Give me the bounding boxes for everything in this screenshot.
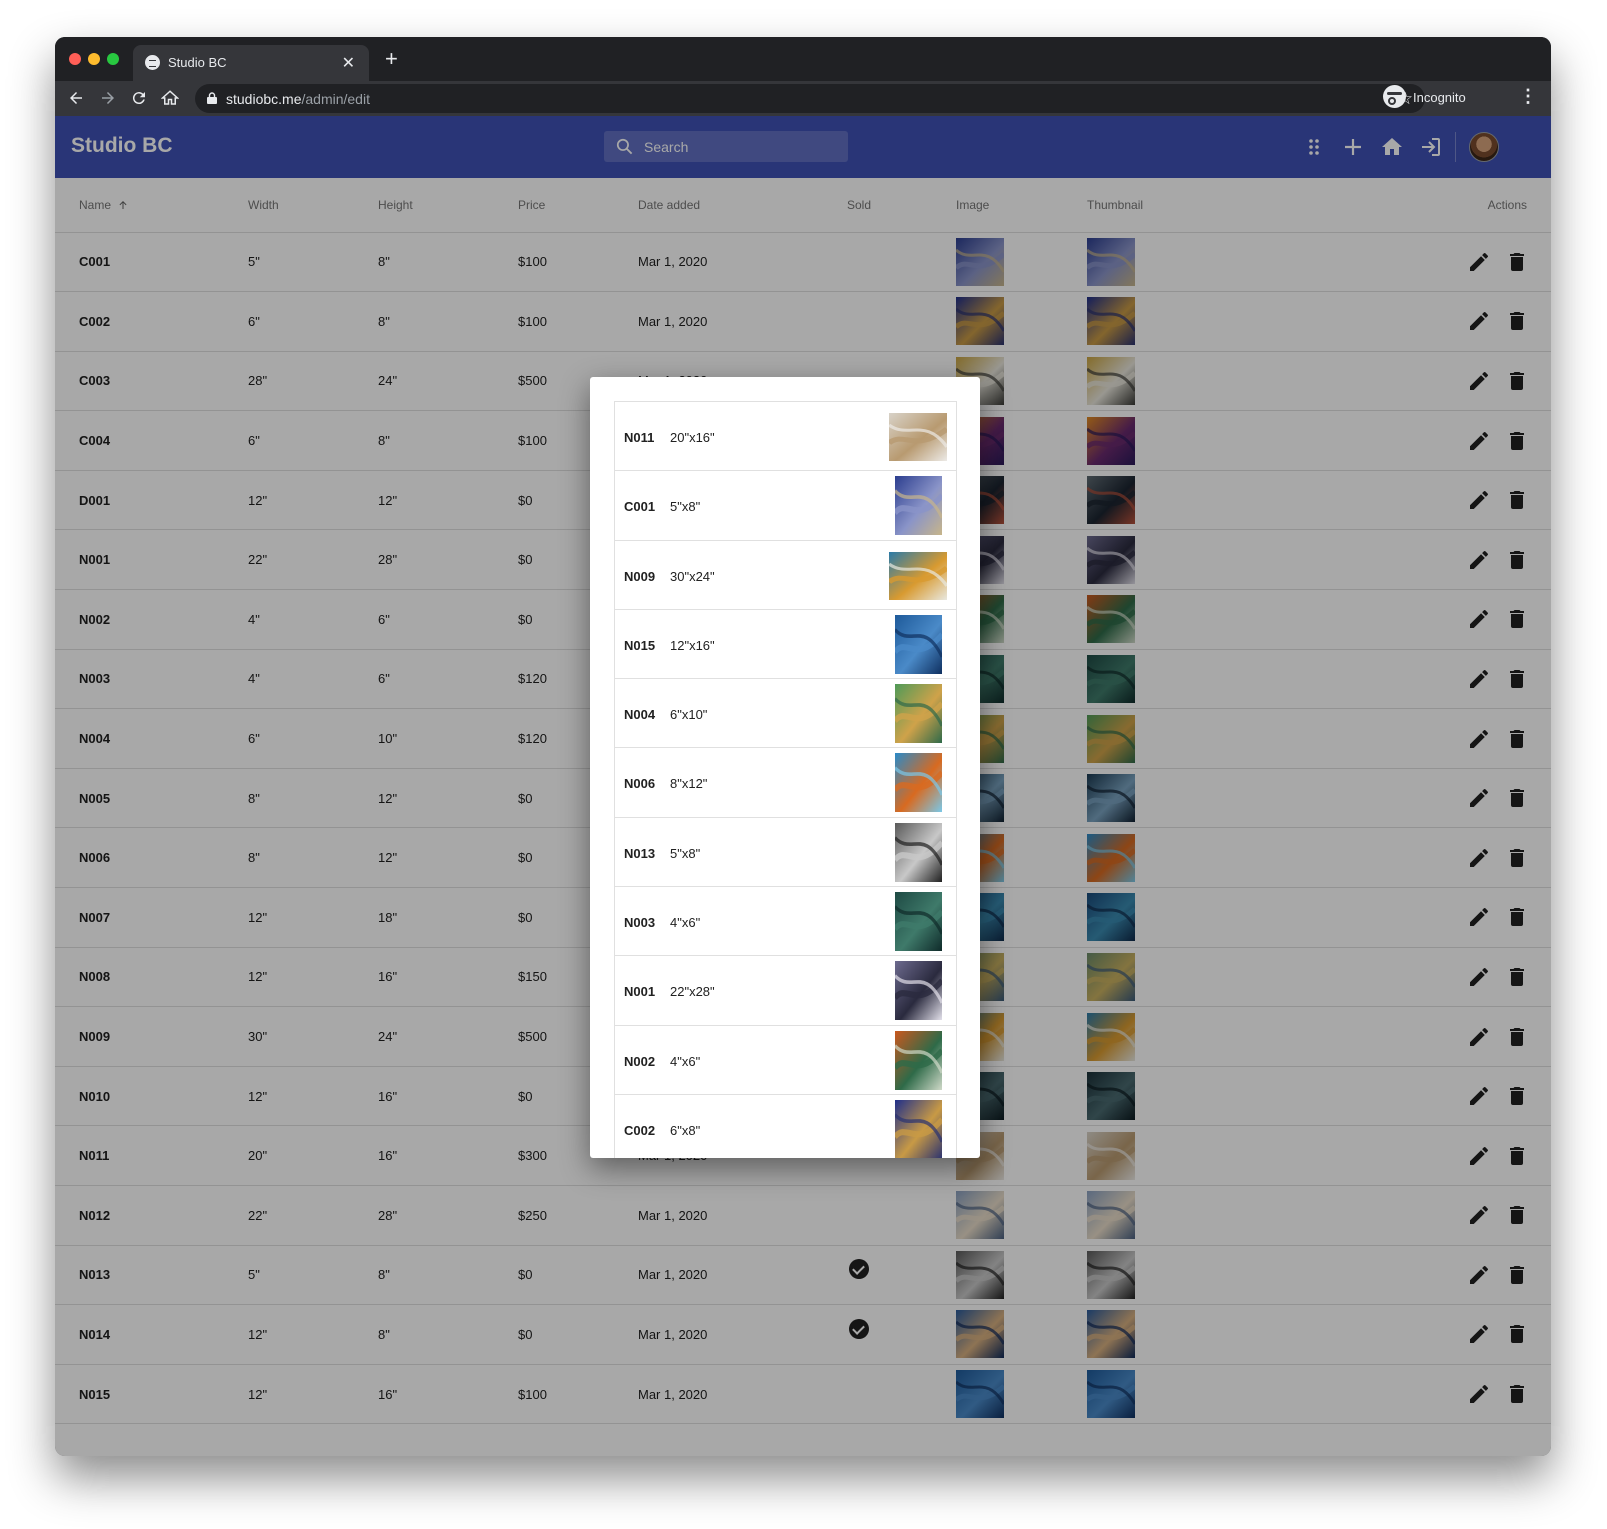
picker-item-size: 12"x16" bbox=[670, 637, 715, 653]
picker-list-item[interactable]: N006 8"x12" bbox=[615, 748, 956, 818]
picker-item-code: N004 bbox=[624, 707, 656, 723]
address-bar[interactable]: studiobc.me/admin/edit ☆ bbox=[195, 84, 1425, 113]
site-favicon-icon bbox=[145, 55, 160, 70]
picker-item-image bbox=[895, 476, 942, 536]
picker-item-image bbox=[895, 753, 942, 813]
picker-item-image bbox=[895, 892, 942, 952]
picker-item-code: N003 bbox=[624, 915, 656, 931]
picker-item-code: C002 bbox=[624, 1122, 656, 1138]
picker-list-item[interactable]: N002 4"x6" bbox=[615, 1026, 956, 1095]
picker-item-image bbox=[895, 1030, 942, 1090]
browser-toolbar: studiobc.me/admin/edit ☆ Incognito ⋮ bbox=[55, 81, 1551, 116]
forward-arrow-icon[interactable] bbox=[95, 85, 121, 111]
picker-item-image bbox=[895, 822, 942, 882]
artwork-picker-dialog: N011 20"x16" C001 5"x8" N009 30"x24" N015 12"x1… bbox=[590, 377, 980, 1158]
picker-list-item[interactable]: N004 6"x10" bbox=[615, 679, 956, 749]
tab-strip: Studio BC ✕ + bbox=[55, 37, 1551, 81]
picker-item-size: 4"x6" bbox=[670, 915, 701, 931]
picker-list-item[interactable]: N011 20"x16" bbox=[615, 402, 956, 472]
picker-item-image bbox=[889, 551, 947, 600]
incognito-profile[interactable]: Incognito bbox=[1383, 84, 1478, 113]
url-text: studiobc.me/admin/edit bbox=[226, 91, 370, 107]
home-browser-icon[interactable] bbox=[157, 85, 183, 111]
picker-item-code: N009 bbox=[624, 568, 656, 584]
browser-tab[interactable]: Studio BC ✕ bbox=[133, 45, 369, 81]
picker-item-size: 6"x8" bbox=[670, 1122, 701, 1138]
picker-item-code: N015 bbox=[624, 637, 656, 653]
picker-item-size: 5"x8" bbox=[670, 499, 701, 515]
close-window-button[interactable] bbox=[69, 53, 81, 65]
lock-icon bbox=[207, 92, 217, 104]
picker-item-image bbox=[895, 961, 942, 1021]
picker-list-item[interactable]: N013 5"x8" bbox=[615, 818, 956, 888]
picker-item-image bbox=[895, 614, 942, 674]
app-page: Studio BC Name Width Height Price bbox=[55, 116, 1551, 1456]
back-arrow-icon[interactable] bbox=[63, 85, 89, 111]
incognito-icon bbox=[1383, 85, 1406, 108]
artwork-picker-list: N011 20"x16" C001 5"x8" N009 30"x24" N015 12"x1… bbox=[614, 401, 957, 1158]
picker-item-code: N006 bbox=[624, 776, 656, 792]
picker-item-code: N002 bbox=[624, 1053, 656, 1069]
picker-item-size: 30"x24" bbox=[670, 568, 715, 584]
picker-item-size: 8"x12" bbox=[670, 776, 708, 792]
picker-list-item[interactable]: C001 5"x8" bbox=[615, 471, 956, 541]
picker-item-code: N001 bbox=[624, 984, 656, 1000]
picker-item-size: 4"x6" bbox=[670, 1053, 701, 1069]
picker-list-item[interactable]: C002 6"x8" bbox=[615, 1095, 956, 1158]
picker-item-code: C001 bbox=[624, 499, 656, 515]
picker-item-image bbox=[889, 413, 947, 461]
picker-list-item[interactable]: N015 12"x16" bbox=[615, 610, 956, 680]
new-tab-icon[interactable]: + bbox=[385, 48, 398, 70]
picker-list-item[interactable]: N009 30"x24" bbox=[615, 541, 956, 610]
reload-icon[interactable] bbox=[126, 85, 152, 111]
tab-title: Studio BC bbox=[168, 55, 227, 70]
picker-list-item[interactable]: N001 22"x28" bbox=[615, 956, 956, 1026]
picker-item-code: N011 bbox=[624, 430, 655, 445]
browser-menu-icon[interactable]: ⋮ bbox=[1519, 86, 1537, 107]
minimize-window-button[interactable] bbox=[88, 53, 100, 65]
picker-list-item[interactable]: N003 4"x6" bbox=[615, 887, 956, 957]
picker-item-size: 22"x28" bbox=[670, 984, 715, 1000]
picker-item-image bbox=[895, 1099, 942, 1158]
picker-item-code: N013 bbox=[624, 845, 656, 861]
browser-window: Studio BC ✕ + studiobc.me/admin/edit ☆ I… bbox=[55, 37, 1551, 1456]
picker-item-image bbox=[895, 684, 942, 744]
maximize-window-button[interactable] bbox=[107, 53, 119, 65]
picker-item-size: 6"x10" bbox=[670, 707, 708, 723]
picker-item-size: 5"x8" bbox=[670, 845, 701, 861]
picker-item-size: 20"x16" bbox=[670, 430, 715, 445]
tab-close-icon[interactable]: ✕ bbox=[342, 53, 355, 73]
